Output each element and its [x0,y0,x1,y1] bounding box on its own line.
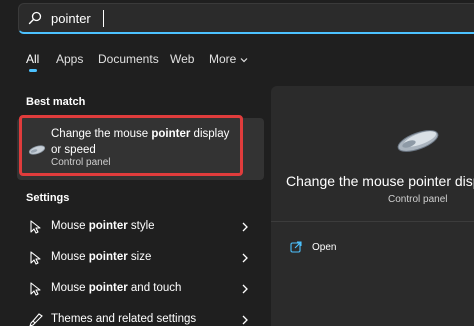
tab-web[interactable]: Web [170,52,194,66]
tab-apps[interactable]: Apps [56,52,83,66]
chevron-right-icon [242,222,248,232]
label-post: size [127,251,152,263]
mouse-pointer-icon [30,282,41,296]
search-window: pointer All Apps Documents Web More Best… [0,0,474,326]
settings-item-label: Mouse pointer size [51,251,151,263]
divider [271,221,474,222]
label-pre: Mouse [51,251,89,263]
brush-icon [29,313,43,326]
active-tab-indicator [29,69,37,72]
open-external-icon [290,241,302,253]
best-match-heading: Best match [26,96,86,108]
search-icon [28,11,42,25]
text-caret [103,10,104,27]
tab-all[interactable]: All [26,52,39,66]
label-pre: Mouse [51,220,89,232]
settings-item-pointer-style[interactable]: Mouse pointer style [17,212,264,243]
chevron-right-icon [242,315,248,325]
open-label: Open [312,242,337,253]
settings-item-themes[interactable]: Themes and related settings [17,305,264,326]
search-query: pointer [51,11,91,26]
label-bold: pointer [88,282,128,294]
label-bold: pointer [88,251,128,263]
label-post: style [127,220,155,232]
chevron-right-icon [242,253,248,263]
tab-documents[interactable]: Documents [98,52,159,66]
detail-title: Change the mouse pointer displ [286,173,474,189]
detail-pane [271,86,474,326]
chevron-down-icon [240,57,248,63]
search-input[interactable]: pointer [18,3,474,34]
label-pre: Mouse [51,282,89,294]
settings-item-pointer-size[interactable]: Mouse pointer size [17,243,264,274]
highlight-annotation [19,115,243,176]
chevron-right-icon [242,284,248,294]
tab-more-label: More [209,52,237,66]
settings-item-label: Mouse pointer and touch [51,282,181,294]
mouse-pointer-icon [30,251,41,265]
tab-more[interactable]: More [209,52,248,66]
settings-item-pointer-touch[interactable]: Mouse pointer and touch [17,274,264,305]
settings-heading: Settings [26,192,70,204]
label-post: and touch [127,282,182,294]
mouse-pointer-icon [30,220,41,234]
settings-item-label: Mouse pointer style [51,220,155,232]
label-pre: Themes and related settings [51,313,197,325]
detail-subtitle: Control panel [388,194,448,205]
settings-item-label: Themes and related settings [51,313,196,325]
mouse-icon [397,130,439,152]
label-bold: pointer [88,220,128,232]
